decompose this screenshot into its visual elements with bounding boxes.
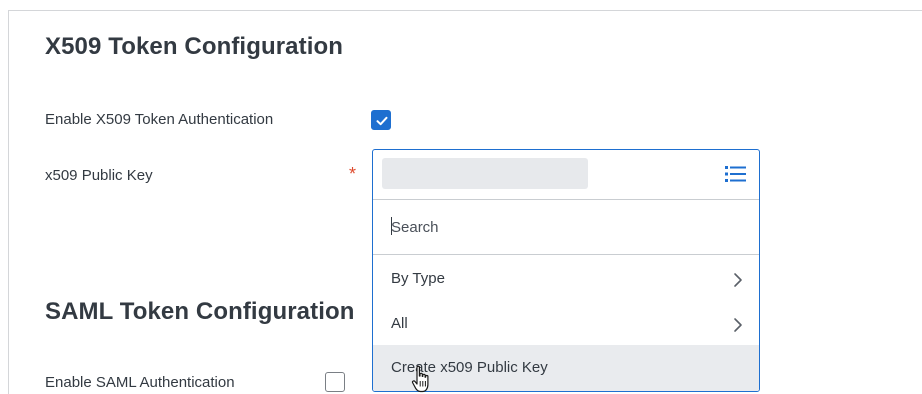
required-indicator: * — [349, 164, 357, 184]
menu-item-label: By Type — [391, 270, 445, 287]
enable-saml-label: Enable SAML Authentication — [45, 374, 235, 391]
search-divider — [373, 254, 759, 255]
checkmark-icon — [376, 116, 388, 126]
page: X509 Token Configuration Enable X509 Tok… — [0, 0, 922, 394]
x509-public-key-label: x509 Public Key — [45, 167, 153, 184]
menu-item-by-type[interactable]: By Type — [373, 256, 759, 302]
saml-section-title: SAML Token Configuration — [45, 298, 355, 325]
enable-x509-checkbox[interactable] — [371, 110, 391, 130]
text-caret — [391, 217, 392, 235]
x509-section-title: X509 Token Configuration — [45, 33, 343, 60]
chevron-right-icon — [734, 318, 742, 332]
prompt-search-input[interactable] — [373, 200, 759, 254]
selected-value-pill[interactable] — [382, 158, 588, 189]
menu-item-all[interactable]: All — [373, 301, 759, 347]
x509-public-key-prompt[interactable]: By Type All Create x509 Public Key — [372, 149, 760, 392]
hand-pointer-icon — [411, 365, 429, 393]
enable-x509-label: Enable X509 Token Authentication — [45, 111, 274, 128]
list-icon[interactable] — [725, 165, 747, 188]
chevron-right-icon — [734, 273, 742, 287]
enable-saml-checkbox[interactable] — [325, 372, 345, 392]
menu-item-label: All — [391, 315, 408, 332]
